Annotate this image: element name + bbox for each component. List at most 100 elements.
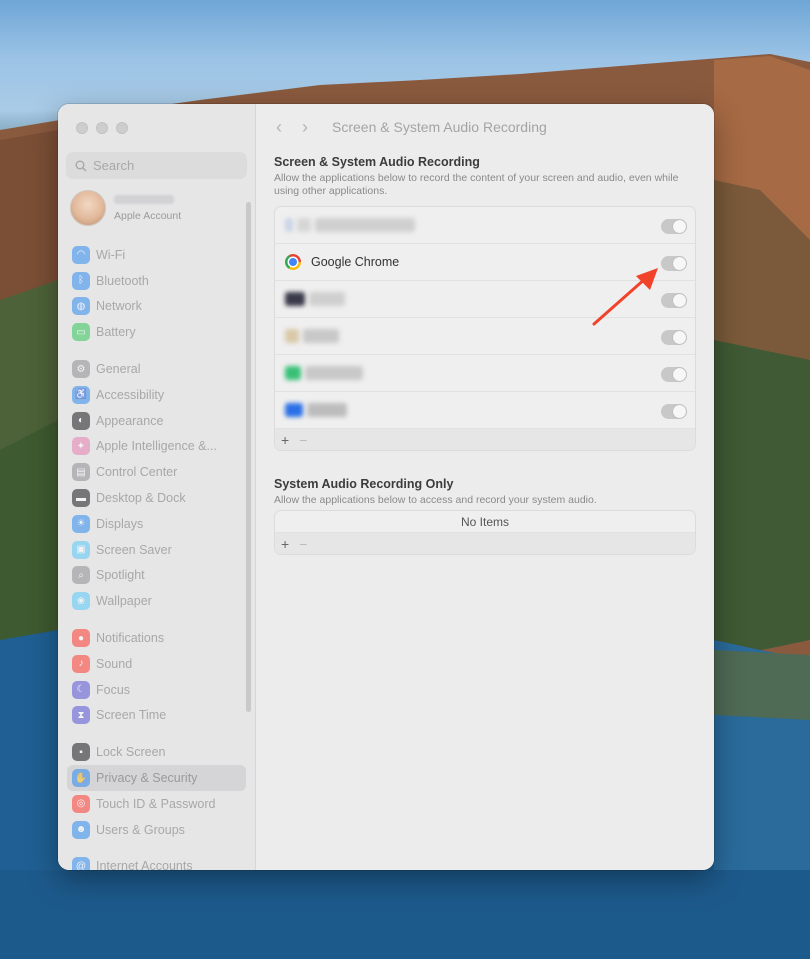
hand-icon: ✋: [72, 769, 90, 788]
sidebar-item-appearance[interactable]: ◐ Appearance: [67, 408, 246, 434]
redacted-block: [285, 218, 293, 232]
screen-recording-description: Allow the applications below to record t…: [274, 172, 679, 197]
sidebar-item-apple-intelligence[interactable]: ✦ Apple Intelligence &...: [67, 434, 246, 460]
wallpaper-icon: ❀: [72, 592, 90, 611]
sidebar-item-label: Apple Intelligence &...: [96, 439, 217, 454]
page-title: Screen & System Audio Recording: [332, 119, 547, 135]
desktop-dock-icon: ▬: [72, 489, 90, 508]
sidebar-item-label: Privacy & Security: [96, 771, 198, 786]
redacted-block: [307, 403, 347, 417]
redacted-block: [305, 366, 363, 380]
sidebar-item-screen-time[interactable]: ⧗ Screen Time: [67, 703, 246, 729]
sidebar-item-focus[interactable]: ☾ Focus: [67, 677, 246, 703]
sidebar-item-displays[interactable]: ☀ Displays: [67, 511, 246, 537]
sidebar-list: ◠ Wi-Fi ᛒ Bluetooth ◍ Network ▭ Battery ⚙ General…: [67, 242, 246, 870]
redacted-block: [303, 329, 339, 343]
sidebar-item-label: Wi-Fi: [96, 247, 126, 262]
gear-icon: ⚙: [72, 360, 90, 379]
sidebar-item-privacy-security[interactable]: ✋ Privacy & Security: [67, 765, 246, 791]
search-input[interactable]: [93, 158, 233, 173]
sidebar-item-label: Screen Saver: [96, 542, 172, 557]
sidebar-item-touch-id-password[interactable]: ◎ Touch ID & Password: [67, 791, 246, 817]
sidebar-item-network[interactable]: ◍ Network: [67, 294, 246, 320]
sidebar: Apple Account ◠ Wi-Fi ᛒ Bluetooth ◍ Network ▭ B…: [58, 104, 256, 870]
audio-add-app-button[interactable]: +: [281, 536, 289, 552]
app-row: [275, 207, 695, 244]
forward-button[interactable]: ›: [302, 118, 308, 136]
sidebar-item-wallpaper[interactable]: ❀ Wallpaper: [67, 588, 246, 614]
displays-icon: ☀: [72, 514, 90, 533]
redacted-app-name: [285, 403, 347, 417]
audio-only-empty-label: No Items: [275, 511, 695, 533]
redacted-block: [297, 218, 311, 232]
sidebar-item-screen-saver[interactable]: ▣ Screen Saver: [67, 537, 246, 563]
bluetooth-icon: ᛒ: [72, 271, 90, 290]
sidebar-item-users-groups[interactable]: ☻ Users & Groups: [67, 817, 246, 843]
permission-toggle[interactable]: [661, 367, 687, 382]
search-icon: [75, 160, 87, 172]
account-subtitle: Apple Account: [114, 209, 182, 222]
chrome-icon: [285, 254, 301, 270]
back-button[interactable]: ‹: [276, 118, 282, 136]
screen-saver-icon: ▣: [72, 540, 90, 559]
wifi-icon: ◠: [72, 245, 90, 264]
sidebar-item-lock-screen[interactable]: ▪ Lock Screen: [67, 739, 246, 765]
sidebar-item-spotlight[interactable]: ⌕ Spotlight: [67, 563, 246, 589]
focus-icon: ☾: [72, 680, 90, 699]
permission-toggle[interactable]: [661, 293, 687, 308]
annotation-arrow-head: [636, 268, 658, 290]
main-pane: ‹ › Screen & System Audio Recording Scre…: [256, 104, 714, 870]
app-name: Google Chrome: [311, 255, 400, 269]
permission-toggle[interactable]: [661, 219, 687, 234]
sidebar-item-label: Focus: [96, 682, 131, 697]
zoom-window-button[interactable]: [116, 122, 128, 134]
sidebar-item-label: Displays: [96, 516, 144, 531]
app-row: [275, 392, 695, 429]
permission-toggle[interactable]: [661, 330, 687, 345]
screen-recording-title: Screen & System Audio Recording: [274, 155, 480, 169]
sidebar-separator: [67, 345, 246, 356]
sidebar-item-label: Desktop & Dock: [96, 491, 186, 506]
at-icon: @: [72, 857, 90, 870]
sidebar-scrollbar[interactable]: [246, 202, 251, 712]
audio-remove-app-button[interactable]: −: [299, 536, 307, 552]
audio-only-description: Allow the applications below to access a…: [274, 494, 597, 506]
redacted-block: [309, 292, 345, 306]
sidebar-item-bluetooth[interactable]: ᛒ Bluetooth: [67, 268, 246, 294]
redacted-block: [285, 403, 303, 417]
sidebar-separator: [67, 843, 246, 854]
audio-only-section: System Audio Recording Only Allow the ap…: [274, 477, 696, 555]
sidebar-item-label: Spotlight: [96, 568, 145, 583]
sidebar-item-internet-accounts[interactable]: @ Internet Accounts: [67, 854, 246, 870]
permission-toggle[interactable]: [661, 256, 687, 271]
minimize-window-button[interactable]: [96, 122, 108, 134]
permission-toggle[interactable]: [661, 404, 687, 419]
sidebar-separator: [67, 614, 246, 625]
sidebar-item-general[interactable]: ⚙ General: [67, 356, 246, 382]
annotation-arrow: [592, 268, 658, 326]
close-window-button[interactable]: [76, 122, 88, 134]
apple-account[interactable]: Apple Account: [70, 190, 181, 226]
sidebar-item-label: Sound: [96, 656, 133, 671]
sidebar-item-accessibility[interactable]: ♿ Accessibility: [67, 382, 246, 408]
account-name-redacted: [114, 194, 174, 204]
redacted-app-name: [285, 218, 415, 232]
sidebar-item-desktop-dock[interactable]: ▬ Desktop & Dock: [67, 485, 246, 511]
sidebar-item-battery[interactable]: ▭ Battery: [67, 319, 246, 345]
control-center-icon: ▤: [72, 463, 90, 482]
sidebar-search[interactable]: [66, 152, 247, 179]
sidebar-item-wi-fi[interactable]: ◠ Wi-Fi: [67, 242, 246, 268]
remove-app-button[interactable]: −: [299, 432, 307, 448]
sidebar-item-control-center[interactable]: ▤ Control Center: [67, 459, 246, 485]
sidebar-item-label: Screen Time: [96, 708, 167, 723]
redacted-block: [285, 366, 301, 380]
sidebar-item-label: General: [96, 362, 141, 377]
add-app-button[interactable]: +: [281, 432, 289, 448]
fingerprint-icon: ◎: [72, 794, 90, 813]
sidebar-item-notifications[interactable]: ● Notifications: [67, 625, 246, 651]
sidebar-item-sound[interactable]: ♪ Sound: [67, 651, 246, 677]
sidebar-item-label: Appearance: [96, 413, 164, 428]
app-row: [275, 355, 695, 392]
sidebar-item-label: Lock Screen: [96, 745, 166, 760]
sidebar-item-label: Battery: [96, 325, 136, 340]
